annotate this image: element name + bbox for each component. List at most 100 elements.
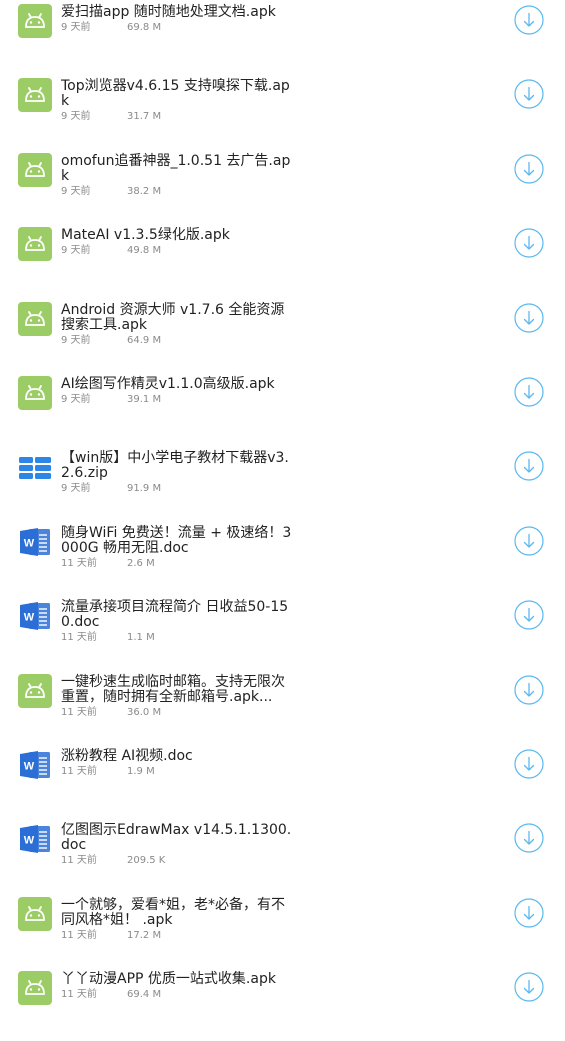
- download-circle-icon[interactable]: [514, 600, 544, 630]
- file-row[interactable]: 一个就够，爱看*姐，老*必备，有不同风格*姐！ .apk 11 天前 17.2 M: [0, 893, 565, 967]
- download-circle-icon[interactable]: [514, 154, 544, 184]
- file-time: 9 天前: [61, 111, 91, 122]
- word-icon: W: [18, 525, 52, 559]
- file-row[interactable]: Android 资源大师 v1.7.6 全能资源搜索工具.apk 9 天前 64.9…: [0, 298, 565, 372]
- file-row[interactable]: W 涨粉教程 AI视频.doc 11 天前 1.9 M: [0, 744, 565, 818]
- file-size: 38.2 M: [127, 186, 162, 197]
- file-time: 11 天前: [61, 989, 97, 1000]
- file-meta: 11 天前 69.4 M: [61, 989, 161, 1001]
- download-circle-icon[interactable]: [514, 79, 544, 109]
- download-circle-icon[interactable]: [514, 377, 544, 407]
- android-icon: [18, 227, 52, 261]
- android-icon: [18, 376, 52, 410]
- download-circle-icon[interactable]: [514, 675, 544, 705]
- file-size: 2.6 M: [127, 558, 155, 569]
- file-row[interactable]: 丫丫动漫APP 优质一站式收集.apk 11 天前 69.4 M: [0, 967, 565, 1041]
- download-circle-icon[interactable]: [514, 898, 544, 928]
- file-name: 丫丫动漫APP 优质一站式收集.apk: [61, 971, 276, 987]
- file-name: Android 资源大师 v1.7.6 全能资源搜索工具.apk: [61, 302, 285, 333]
- file-size: 64.9 M: [127, 335, 162, 346]
- file-time: 11 天前: [61, 855, 97, 866]
- file-row[interactable]: W 随身WiFi 免费送！流量 + 极速络！3000G 畅用无阻.doc 11 天前…: [0, 521, 565, 595]
- file-size: 1.9 M: [127, 766, 155, 777]
- android-icon: [18, 971, 52, 1005]
- android-icon: [18, 674, 52, 708]
- file-name: 随身WiFi 免费送！流量 + 极速络！3000G 畅用无阻.doc: [61, 525, 292, 556]
- file-row[interactable]: MateAI v1.3.5绿化版.apk 9 天前 49.8 M: [0, 223, 565, 297]
- file-meta: 9 天前 31.7 M: [61, 111, 161, 123]
- file-time: 9 天前: [61, 245, 91, 256]
- archive-icon: [18, 451, 52, 485]
- download-circle-icon[interactable]: [514, 823, 544, 853]
- svg-text:W: W: [24, 612, 35, 624]
- file-size: 36.0 M: [127, 707, 162, 718]
- file-time: 11 天前: [61, 766, 97, 777]
- file-time: 11 天前: [61, 632, 97, 643]
- file-row[interactable]: 【win版】中小学电子教材下载器v3.2.6.zip 9 天前 91.9 M: [0, 446, 565, 520]
- word-icon: W: [18, 599, 52, 633]
- svg-text:W: W: [24, 835, 35, 847]
- file-row[interactable]: 一键秒速生成临时邮箱。支持无限次重置，随时拥有全新邮箱号.apk... 11 天前…: [0, 670, 565, 744]
- file-size: 69.4 M: [127, 989, 162, 1000]
- android-icon: [18, 4, 52, 38]
- file-name: omofun追番神器_1.0.51 去广告.apk: [61, 153, 291, 184]
- file-meta: 11 天前 1.1 M: [61, 632, 155, 644]
- file-meta: 11 天前 209.5 K: [61, 855, 165, 867]
- svg-text:W: W: [24, 538, 35, 550]
- file-row[interactable]: 爱扫描app 随时随地处理文档.apk 9 天前 69.8 M: [0, 0, 565, 74]
- download-circle-icon[interactable]: [514, 972, 544, 1002]
- file-meta: 9 天前 38.2 M: [61, 186, 161, 198]
- download-circle-icon[interactable]: [514, 526, 544, 556]
- file-meta: 9 天前 39.1 M: [61, 394, 161, 406]
- file-meta: 9 天前 91.9 M: [61, 483, 161, 495]
- android-icon: [18, 153, 52, 187]
- android-icon: [18, 78, 52, 112]
- word-icon: W: [18, 748, 52, 782]
- file-name: 涨粉教程 AI视频.doc: [61, 748, 193, 764]
- file-row[interactable]: AI绘图写作精灵v1.1.0高级版.apk 9 天前 39.1 M: [0, 372, 565, 446]
- word-icon: W: [18, 822, 52, 856]
- file-time: 9 天前: [61, 186, 91, 197]
- file-meta: 11 天前 17.2 M: [61, 930, 161, 942]
- file-name: 流量承接项目流程简介 日收益50-150.doc: [61, 599, 289, 630]
- file-name: 【win版】中小学电子教材下载器v3.2.6.zip: [61, 450, 289, 481]
- file-meta: 9 天前 64.9 M: [61, 335, 161, 347]
- file-time: 9 天前: [61, 22, 91, 33]
- file-name: AI绘图写作精灵v1.1.0高级版.apk: [61, 376, 275, 392]
- file-meta: 11 天前 36.0 M: [61, 707, 161, 719]
- file-size: 31.7 M: [127, 111, 162, 122]
- file-time: 11 天前: [61, 707, 97, 718]
- file-time: 9 天前: [61, 335, 91, 346]
- file-name: 爱扫描app 随时随地处理文档.apk: [61, 4, 276, 20]
- android-icon: [18, 302, 52, 336]
- file-name: 一键秒速生成临时邮箱。支持无限次重置，随时拥有全新邮箱号.apk...: [61, 674, 285, 705]
- file-size: 17.2 M: [127, 930, 162, 941]
- file-time: 11 天前: [61, 558, 97, 569]
- file-time: 9 天前: [61, 483, 91, 494]
- android-icon: [18, 897, 52, 931]
- file-size: 69.8 M: [127, 22, 162, 33]
- download-circle-icon[interactable]: [514, 303, 544, 333]
- file-time: 9 天前: [61, 394, 91, 405]
- file-list: 爱扫描app 随时随地处理文档.apk 9 天前 69.8 M Top浏览器v4.6.…: [0, 0, 565, 1005]
- file-meta: 11 天前 2.6 M: [61, 558, 155, 570]
- file-row[interactable]: W 亿图图示EdrawMax v14.5.1.1300.doc 11 天前 209.5…: [0, 818, 565, 892]
- file-meta: 11 天前 1.9 M: [61, 766, 155, 778]
- file-name: MateAI v1.3.5绿化版.apk: [61, 227, 230, 243]
- file-size: 209.5 K: [127, 855, 166, 866]
- file-size: 39.1 M: [127, 394, 162, 405]
- file-row[interactable]: omofun追番神器_1.0.51 去广告.apk 9 天前 38.2 M: [0, 149, 565, 223]
- file-size: 49.8 M: [127, 245, 162, 256]
- file-meta: 9 天前 49.8 M: [61, 245, 161, 257]
- download-circle-icon[interactable]: [514, 5, 544, 35]
- download-circle-icon[interactable]: [514, 228, 544, 258]
- file-name: 亿图图示EdrawMax v14.5.1.1300.doc: [61, 822, 292, 853]
- download-circle-icon[interactable]: [514, 749, 544, 779]
- file-meta: 9 天前 69.8 M: [61, 22, 161, 34]
- file-row[interactable]: Top浏览器v4.6.15 支持嗅探下载.apk 9 天前 31.7 M: [0, 74, 565, 148]
- file-size: 1.1 M: [127, 632, 155, 643]
- file-size: 91.9 M: [127, 483, 162, 494]
- download-circle-icon[interactable]: [514, 451, 544, 481]
- file-time: 11 天前: [61, 930, 97, 941]
- file-row[interactable]: W 流量承接项目流程简介 日收益50-150.doc 11 天前 1.1 M: [0, 595, 565, 669]
